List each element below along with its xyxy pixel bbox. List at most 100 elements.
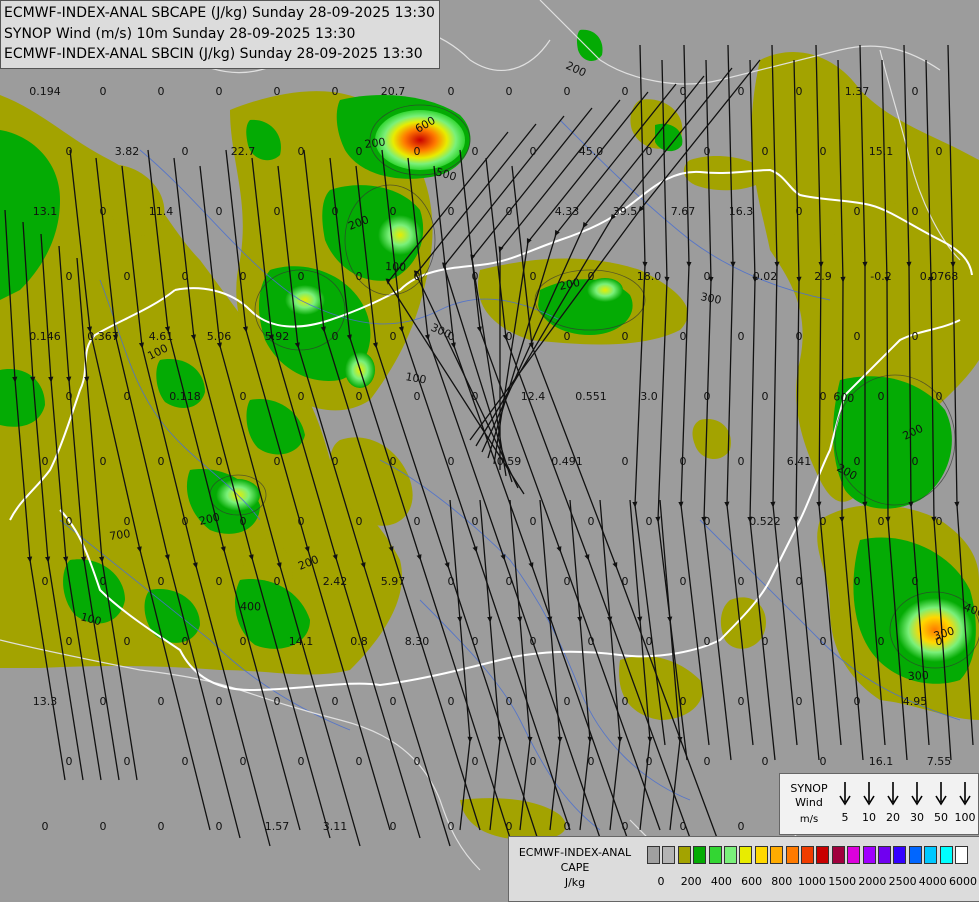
cape-value: 0 <box>738 695 745 708</box>
cape-value: 0 <box>216 575 223 588</box>
cape-value: 0 <box>680 820 687 833</box>
cape-value: 0.59 <box>497 455 522 468</box>
cape-value: 0 <box>182 635 189 648</box>
cape-value: 0 <box>936 145 943 158</box>
cape-value: 0 <box>646 515 653 528</box>
cape-value: 0 <box>506 695 513 708</box>
cape-value: 0 <box>820 145 827 158</box>
cape-value: 5.92 <box>265 330 290 343</box>
cape-value: 0 <box>414 390 421 403</box>
cape-value: 0 <box>414 145 421 158</box>
cape-value: 0 <box>912 575 919 588</box>
wind-arrow-icon <box>858 780 880 806</box>
cape-color-swatch <box>924 846 938 864</box>
cape-value: 0 <box>796 330 803 343</box>
cape-value: 0.8 <box>350 635 368 648</box>
cape-color-swatch <box>939 846 953 864</box>
cape-value: 0 <box>936 635 943 648</box>
cape-value: 0 <box>158 455 165 468</box>
cape-color-swatch <box>647 846 660 864</box>
cape-value: 0.0768 <box>920 270 959 283</box>
title-cape: ECMWF-INDEX-ANAL SBCAPE (J/kg) Sunday 28… <box>4 5 435 21</box>
cape-value: 0 <box>332 205 339 218</box>
contour-label: 600 <box>833 390 855 405</box>
cape-value: 0 <box>100 455 107 468</box>
cape-value: 0 <box>274 695 281 708</box>
cape-value: 3.11 <box>323 820 348 833</box>
cape-value: 0 <box>448 85 455 98</box>
cape-value: 0 <box>796 85 803 98</box>
cape-value: 0 <box>762 390 769 403</box>
cape-value: 0 <box>298 755 305 768</box>
cape-value: 18.0 <box>637 270 662 283</box>
cape-value: 0 <box>622 820 629 833</box>
cape-value: 0 <box>762 145 769 158</box>
cape-value: 22.7 <box>231 145 256 158</box>
contour-label: 200 <box>364 136 386 151</box>
cape-color-swatch <box>801 846 814 864</box>
cape-tick-label: 200 <box>680 875 702 888</box>
cape-value: 0 <box>124 755 131 768</box>
cape-value: 0 <box>240 755 247 768</box>
cape-value: 0 <box>820 755 827 768</box>
cape-value: 0 <box>936 390 943 403</box>
wind-arrow-icon <box>906 780 928 806</box>
cape-value: 6.41 <box>787 455 812 468</box>
cape-tick-label: 2500 <box>888 875 917 888</box>
cape-value: 0 <box>472 515 479 528</box>
cape-value: 0.118 <box>169 390 201 403</box>
cape-legend: ECMWF-INDEX-ANAL CAPE J/kg 0 200 400 600 800… <box>508 836 979 902</box>
cape-tick-label: 400 <box>710 875 732 888</box>
cape-value: 0 <box>878 635 885 648</box>
cape-value: 0 <box>66 635 73 648</box>
cape-value: 0 <box>588 635 595 648</box>
cape-value: 0 <box>564 330 571 343</box>
wind-legend-subtitle: Wind <box>795 796 823 809</box>
cape-value: 3.0 <box>640 390 658 403</box>
cape-value: 0 <box>680 575 687 588</box>
cape-value: 0 <box>854 695 861 708</box>
cape-value: 0 <box>472 390 479 403</box>
wind-arrow-icon <box>834 780 856 806</box>
cape-value: 0 <box>100 695 107 708</box>
cape-value: 7.67 <box>671 205 696 218</box>
wind-legend-title: SYNOP <box>790 782 828 795</box>
cape-value: 0 <box>854 455 861 468</box>
cape-value: 0 <box>448 330 455 343</box>
cape-value: 0 <box>936 515 943 528</box>
cape-value: 0.146 <box>29 330 61 343</box>
cape-value: 0 <box>680 85 687 98</box>
cape-value: 0 <box>100 575 107 588</box>
cape-value: 0 <box>42 575 49 588</box>
cape-value: 0 <box>448 820 455 833</box>
cape-value: 0 <box>506 820 513 833</box>
cape-value: 0 <box>530 515 537 528</box>
cape-value: 4.61 <box>149 330 174 343</box>
cape-value: 0 <box>390 205 397 218</box>
cape-color-swatch <box>847 846 861 864</box>
cape-value: 8.30 <box>405 635 430 648</box>
cape-value: 0 <box>274 575 281 588</box>
cape-value: 0 <box>356 755 363 768</box>
cape-value: 1.37 <box>845 85 870 98</box>
cape-value: 5.06 <box>207 330 232 343</box>
cape-value: 0 <box>390 820 397 833</box>
cape-value: 0 <box>680 330 687 343</box>
cape-value: 0 <box>414 755 421 768</box>
cape-value: 0 <box>100 85 107 98</box>
cape-value: 0 <box>298 145 305 158</box>
cape-value: 0 <box>472 145 479 158</box>
cape-value: 0 <box>356 515 363 528</box>
cape-value: 0 <box>182 145 189 158</box>
cape-value: 0 <box>66 145 73 158</box>
cape-value: -0.2 <box>870 270 891 283</box>
cape-value: 0 <box>182 755 189 768</box>
cape-value: 0 <box>506 85 513 98</box>
cape-value: 0 <box>124 515 131 528</box>
cape-value: 0 <box>390 695 397 708</box>
wind-speed-label: 5 <box>841 811 849 824</box>
cape-value: 16.1 <box>869 755 894 768</box>
cape-value: 0 <box>124 635 131 648</box>
cape-value: 0 <box>414 515 421 528</box>
cape-color-swatch <box>770 846 784 864</box>
